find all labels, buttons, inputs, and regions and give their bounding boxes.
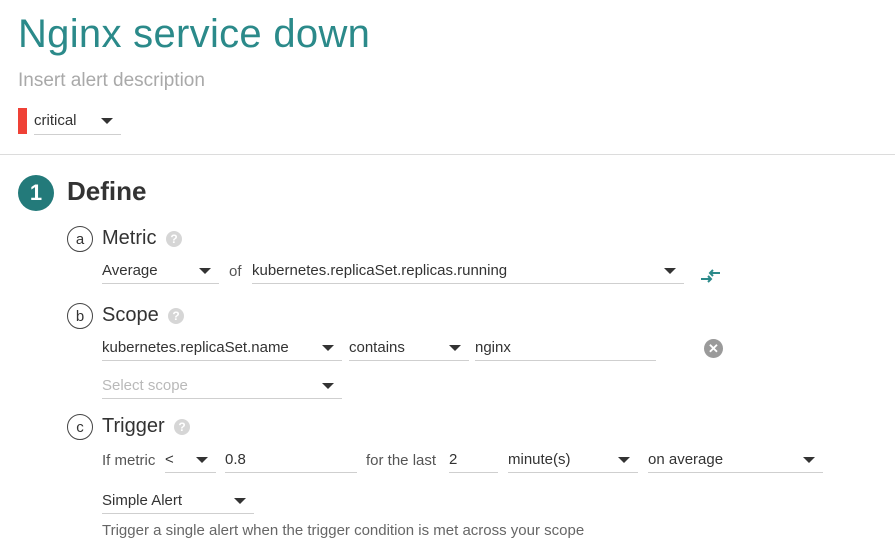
if-metric-label: If metric — [102, 452, 156, 469]
chevron-down-icon — [322, 344, 334, 351]
add-scope-dropdown[interactable]: Select scope — [102, 373, 342, 399]
threshold-value: 0.8 — [225, 451, 246, 468]
alert-title[interactable]: Nginx service down — [18, 12, 370, 57]
severity-selector[interactable]: critical — [18, 107, 121, 135]
scope-value-text: nginx — [475, 339, 511, 356]
chevron-down-icon — [234, 497, 246, 504]
chevron-down-icon — [196, 456, 208, 463]
trigger-aggregation-dropdown[interactable]: on average — [648, 447, 823, 473]
metric-of-label: of — [229, 263, 242, 280]
trigger-step-letter: c — [67, 414, 93, 440]
chevron-down-icon — [101, 117, 113, 124]
duration-unit-value: minute(s) — [508, 451, 571, 468]
alert-type-hint: Trigger a single alert when the trigger … — [102, 522, 585, 539]
duration-value: 2 — [449, 451, 458, 468]
metric-title: Metric — [102, 227, 157, 249]
metric-aggregation-value: Average — [102, 262, 158, 279]
chevron-down-icon — [803, 456, 815, 463]
add-scope-placeholder: Select scope — [102, 377, 188, 394]
duration-input[interactable]: 2 — [449, 447, 498, 473]
comparator-dropdown[interactable]: < — [165, 447, 216, 473]
metric-name-value: kubernetes.replicaSet.replicas.running — [252, 262, 508, 279]
header-divider — [0, 154, 895, 155]
duration-unit-dropdown[interactable]: minute(s) — [508, 447, 638, 473]
chevron-down-icon — [199, 267, 211, 274]
scope-title: Scope — [102, 304, 159, 326]
severity-color-swatch — [18, 108, 27, 134]
severity-value: critical — [34, 112, 77, 129]
alert-description-input[interactable]: Insert alert description — [18, 70, 205, 92]
chevron-down-icon — [664, 267, 676, 274]
alert-type-dropdown[interactable]: Simple Alert — [102, 488, 254, 514]
step-number-badge: 1 — [18, 175, 54, 211]
severity-dropdown[interactable]: critical — [34, 107, 121, 135]
section-title: Define — [67, 176, 147, 206]
clear-scope-icon[interactable]: ✕ — [704, 339, 723, 358]
metric-name-dropdown[interactable]: kubernetes.replicaSet.replicas.running — [252, 258, 684, 284]
scope-help-icon[interactable]: ? — [168, 308, 184, 324]
comparator-value: < — [165, 451, 174, 468]
metric-help-icon[interactable]: ? — [166, 231, 182, 247]
scope-value-input[interactable]: nginx — [475, 335, 656, 361]
scope-operator-value: contains — [349, 339, 405, 356]
scope-step-letter: b — [67, 303, 93, 329]
trigger-aggregation-value: on average — [648, 451, 724, 468]
chevron-down-icon — [322, 382, 334, 389]
scope-operator-dropdown[interactable]: contains — [349, 335, 469, 361]
scope-key-value: kubernetes.replicaSet.name — [102, 339, 289, 356]
threshold-input[interactable]: 0.8 — [225, 447, 357, 473]
metric-aggregation-dropdown[interactable]: Average — [102, 258, 219, 284]
swap-arrows-icon[interactable] — [700, 267, 722, 285]
metric-step-letter: a — [67, 226, 93, 252]
trigger-help-icon[interactable]: ? — [174, 419, 190, 435]
trigger-title: Trigger — [102, 415, 165, 437]
for-the-last-label: for the last — [366, 452, 437, 469]
chevron-down-icon — [449, 344, 461, 351]
chevron-down-icon — [618, 456, 630, 463]
scope-key-dropdown[interactable]: kubernetes.replicaSet.name — [102, 335, 342, 361]
alert-type-value: Simple Alert — [102, 492, 183, 509]
